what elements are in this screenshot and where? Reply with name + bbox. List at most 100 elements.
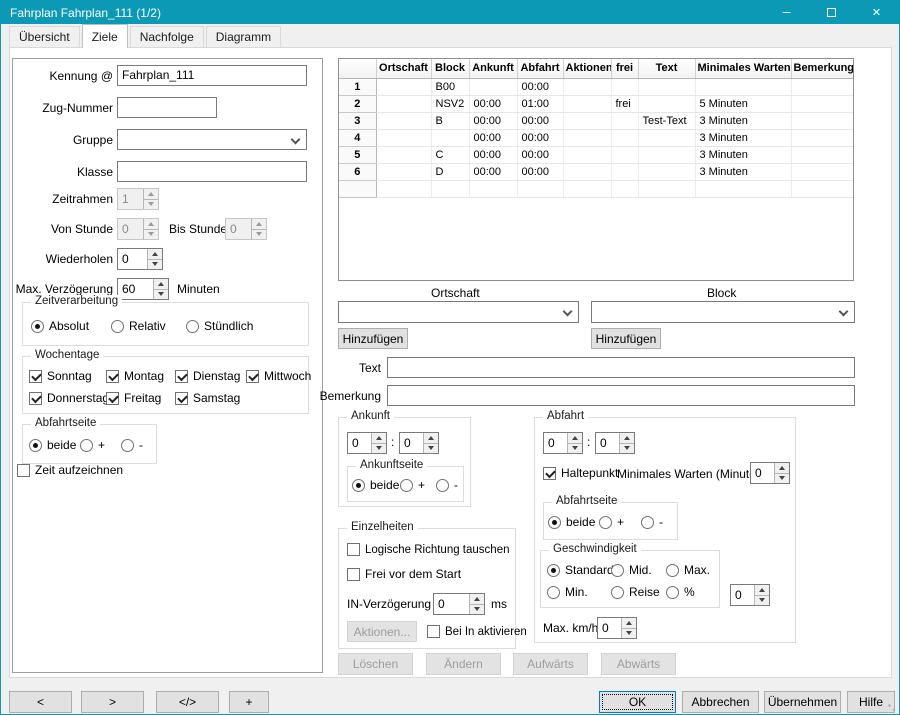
plus-button[interactable]: + (229, 691, 269, 713)
radio-stuendlich[interactable]: Stündlich (186, 319, 253, 333)
table-row[interactable]: 400:0000:003 Minuten (339, 129, 854, 146)
col-aktionen[interactable]: Aktionen (563, 59, 611, 78)
spin-down-button[interactable] (154, 289, 168, 300)
prev-button[interactable]: < (9, 691, 72, 713)
block-combobox[interactable] (591, 301, 855, 323)
ankunft-hour-spinner[interactable]: 0 (347, 432, 387, 454)
table-row[interactable]: 5C00:0000:003 Minuten (339, 146, 854, 163)
radio-standard[interactable]: Standard (547, 563, 614, 577)
ortschaft-combobox[interactable] (338, 301, 579, 323)
radio-abfahrt-beide[interactable]: beide (548, 515, 595, 529)
spin-down-button[interactable] (620, 443, 634, 454)
percent-spinner[interactable]: 0 (730, 584, 770, 606)
checkbox-samstag[interactable]: Samstag (175, 391, 240, 405)
resize-grip[interactable] (888, 704, 896, 712)
checkbox-zeit-aufzeichnen[interactable]: Zeit aufzeichnen (17, 463, 123, 477)
checkbox-donnerstag[interactable]: Donnerstag (29, 391, 109, 405)
spin-up-button[interactable] (154, 279, 168, 289)
col-frei[interactable]: frei (611, 59, 638, 78)
radio-relativ[interactable]: Relativ (111, 319, 166, 333)
spin-down-button[interactable] (372, 443, 386, 454)
col-bemerkung[interactable]: Bemerkung (791, 59, 854, 78)
gruppe-combobox[interactable] (117, 129, 307, 150)
abfahrt-minute-spinner[interactable]: 0 (595, 432, 635, 454)
spin-up-button[interactable] (620, 433, 634, 443)
in-verzoegerung-spinner[interactable]: 0 (433, 593, 485, 615)
checkbox-logische-richtung[interactable]: Logische Richtung tauschen (347, 543, 510, 556)
radio-abfahrt-plus[interactable]: + (599, 515, 624, 529)
abfahrt-hour-spinner[interactable]: 0 (543, 432, 583, 454)
radio-absolut[interactable]: Absolut (31, 319, 89, 333)
radio-abfahrtseite-plus[interactable]: + (80, 438, 105, 452)
destinations-table[interactable]: Ortschaft Block Ankunft Abfahrt Aktionen… (338, 58, 854, 281)
close-icon[interactable]: ✕ (854, 1, 899, 24)
col-rownum[interactable] (339, 59, 376, 78)
minimize-icon[interactable]: ─ (764, 1, 809, 24)
col-abfahrt[interactable]: Abfahrt (517, 59, 563, 78)
spin-down-button[interactable] (470, 604, 484, 615)
col-ortschaft[interactable]: Ortschaft (376, 59, 431, 78)
spin-up-button[interactable] (622, 618, 636, 628)
checkbox-haltepunkt[interactable]: Haltepunkt (543, 466, 618, 480)
col-ankunft[interactable]: Ankunft (469, 59, 517, 78)
radio-min[interactable]: Min. (547, 585, 588, 599)
hinzufuegen-ortschaft-button[interactable]: Hinzufügen (338, 328, 408, 349)
max-verzoegerung-spinner[interactable]: 60 (117, 278, 169, 300)
zug-nummer-input[interactable] (117, 97, 217, 118)
col-minimales-warten[interactable]: Minimales Warten (695, 59, 791, 78)
tab-ziele[interactable]: Ziele (82, 24, 128, 48)
ankunft-minute-spinner[interactable]: 0 (399, 432, 439, 454)
checkbox-frei-vor-start[interactable]: Frei vor dem Start (347, 567, 461, 581)
checkbox-sonntag[interactable]: Sonntag (29, 369, 92, 383)
minimales-warten-spinner[interactable]: 0 (750, 462, 790, 484)
max-kmh-spinner[interactable]: 0 (597, 617, 637, 639)
col-text[interactable]: Text (638, 59, 695, 78)
radio-abfahrtseite-minus[interactable]: - (121, 438, 143, 452)
maximize-icon[interactable] (809, 1, 854, 24)
spin-up-button[interactable] (372, 433, 386, 443)
text-input[interactable] (387, 357, 855, 378)
table-row[interactable]: 2NSV200:0001:00frei5 Minuten (339, 95, 854, 112)
spin-down-button[interactable] (424, 443, 438, 454)
checkbox-bei-in-aktivieren[interactable]: Bei In aktivieren (427, 625, 527, 638)
table-row[interactable]: 3B00:0000:00Test-Text3 Minuten (339, 112, 854, 129)
checkbox-montag[interactable]: Montag (106, 369, 164, 383)
code-button[interactable]: </> (156, 691, 219, 713)
hinzufuegen-block-button[interactable]: Hinzufügen (591, 328, 661, 349)
radio-percent[interactable]: % (666, 585, 695, 599)
checkbox-freitag[interactable]: Freitag (106, 391, 161, 405)
abbrechen-button[interactable]: Abbrechen (682, 691, 759, 713)
tab-nachfolge[interactable]: Nachfolge (130, 26, 204, 48)
klasse-input[interactable] (117, 161, 307, 182)
checkbox-dienstag[interactable]: Dienstag (175, 369, 240, 383)
radio-ankunftseite-beide[interactable]: beide (352, 478, 399, 492)
spin-up-button[interactable] (424, 433, 438, 443)
radio-abfahrt-minus[interactable]: - (641, 515, 663, 529)
spin-up-button[interactable] (755, 585, 769, 595)
radio-ankunftseite-plus[interactable]: + (400, 478, 425, 492)
ok-button[interactable]: OK (599, 691, 676, 713)
col-block[interactable]: Block (431, 59, 469, 78)
table-row[interactable]: 6D00:0000:003 Minuten (339, 163, 854, 180)
spin-down-button[interactable] (148, 259, 162, 270)
spin-down-button[interactable] (622, 628, 636, 639)
next-button[interactable]: > (81, 691, 144, 713)
spin-down-button[interactable] (568, 443, 582, 454)
radio-mid[interactable]: Mid. (611, 563, 652, 577)
spin-up-button[interactable] (775, 463, 789, 473)
spin-down-button[interactable] (775, 473, 789, 484)
spin-down-button[interactable] (755, 595, 769, 606)
radio-ankunftseite-minus[interactable]: - (436, 478, 458, 492)
radio-max[interactable]: Max. (666, 563, 710, 577)
uebernehmen-button[interactable]: Übernehmen (764, 691, 841, 713)
wiederholen-spinner[interactable]: 0 (117, 248, 163, 270)
tab-diagramm[interactable]: Diagramm (206, 26, 281, 48)
spin-up-button[interactable] (568, 433, 582, 443)
kennung-input[interactable]: Fahrplan_111 (117, 65, 307, 86)
spin-up-button[interactable] (470, 594, 484, 604)
radio-abfahrtseite-beide[interactable]: beide (29, 438, 76, 452)
tab-uebersicht[interactable]: Übersicht (9, 26, 80, 48)
table-row[interactable]: 1B0000:00 (339, 78, 854, 95)
bemerkung-input[interactable] (387, 385, 855, 406)
radio-reise[interactable]: Reise (611, 585, 660, 599)
